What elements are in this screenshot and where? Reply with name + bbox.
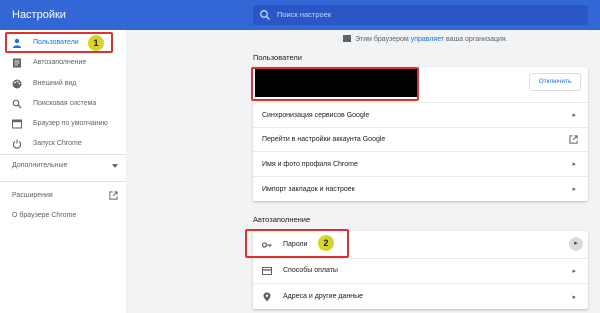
open-external-icon bbox=[569, 135, 578, 144]
chevron-right-icon: ▸ bbox=[572, 268, 576, 275]
sidebar-item-about[interactable]: О браузере Chrome bbox=[12, 212, 76, 219]
sidebar-item-appearance[interactable]: Внешний вид bbox=[0, 74, 126, 94]
palette-icon bbox=[12, 79, 22, 89]
import-row[interactable]: Импорт закладок и настроек ▸ bbox=[253, 176, 588, 201]
sync-row[interactable]: Синхронизация сервисов Google ▸ bbox=[253, 102, 588, 127]
sidebar-item-label: Запуск Chrome bbox=[33, 140, 82, 147]
sidebar-item-autofill[interactable]: Автозаполнение bbox=[0, 53, 126, 73]
row-label: Способы оплаты bbox=[283, 267, 338, 274]
search-icon bbox=[260, 10, 270, 20]
managed-notice: Этим браузером управляет ваша организаци… bbox=[343, 35, 508, 43]
search-icon bbox=[12, 99, 22, 109]
open-external-icon bbox=[109, 191, 118, 200]
row-label: Синхронизация сервисов Google bbox=[262, 112, 370, 119]
sidebar-item-label: Дополнительные bbox=[12, 162, 68, 169]
managed-link[interactable]: управляет bbox=[411, 36, 444, 43]
row-label: Перейти в настройки аккаунта Google bbox=[262, 136, 386, 143]
autofill-section-title: Автозаполнение bbox=[253, 215, 311, 224]
chevron-right-icon: ▸ bbox=[569, 237, 583, 251]
row-label: Адреса и другие данные bbox=[283, 293, 364, 300]
sidebar-item-label: Браузер по умолчанию bbox=[33, 120, 108, 127]
step-badge-2: 2 bbox=[318, 235, 334, 251]
row-label: Имя и фото профиля Chrome bbox=[262, 161, 358, 168]
payment-methods-row[interactable]: Способы оплаты ▸ bbox=[253, 258, 588, 283]
chevron-right-icon: ▸ bbox=[572, 112, 576, 119]
page-title: Настройки bbox=[12, 9, 66, 21]
search-input[interactable]: Поиск настроек bbox=[277, 10, 331, 19]
sidebar-item-label: Расширения bbox=[12, 192, 53, 199]
sidebar-divider bbox=[0, 181, 126, 182]
caret-down-icon bbox=[112, 164, 118, 168]
chevron-right-icon: ▸ bbox=[572, 294, 576, 301]
search-box[interactable]: Поиск настроек bbox=[253, 5, 588, 25]
row-label: Импорт закладок и настроек bbox=[262, 186, 355, 193]
power-icon bbox=[12, 139, 22, 149]
chevron-right-icon: ▸ bbox=[572, 186, 576, 193]
building-icon bbox=[343, 35, 351, 42]
sidebar-divider bbox=[0, 154, 126, 155]
top-bar: Настройки Поиск настроек bbox=[0, 0, 600, 30]
sidebar: Пользователи Автозаполнение Внешний вид … bbox=[0, 30, 126, 313]
disable-button[interactable]: Отключить bbox=[529, 73, 581, 91]
sidebar-item-label: Поисковая система bbox=[33, 100, 97, 107]
sidebar-item-extensions[interactable]: Расширения bbox=[12, 191, 118, 200]
profile-row[interactable]: Имя и фото профиля Chrome ▸ bbox=[253, 151, 588, 176]
sidebar-item-on-startup[interactable]: Запуск Chrome bbox=[0, 134, 126, 154]
step-badge-1: 1 bbox=[88, 35, 104, 51]
browser-icon bbox=[12, 119, 22, 129]
sidebar-item-search-engine[interactable]: Поисковая система bbox=[0, 94, 126, 114]
sidebar-item-label: Внешний вид bbox=[33, 80, 77, 87]
autofill-icon bbox=[13, 58, 21, 68]
chevron-right-icon: ▸ bbox=[572, 161, 576, 168]
sidebar-item-default-browser[interactable]: Браузер по умолчанию bbox=[0, 114, 126, 134]
sidebar-item-label: Автозаполнение bbox=[33, 59, 87, 66]
location-pin-icon bbox=[263, 292, 271, 302]
google-account-row[interactable]: Перейти в настройки аккаунта Google bbox=[253, 127, 588, 151]
people-section-title: Пользователи bbox=[253, 53, 302, 62]
highlight-box bbox=[251, 67, 419, 101]
credit-card-icon bbox=[262, 267, 272, 275]
addresses-row[interactable]: Адреса и другие данные ▸ bbox=[253, 283, 588, 309]
sidebar-item-advanced[interactable]: Дополнительные bbox=[12, 162, 118, 169]
